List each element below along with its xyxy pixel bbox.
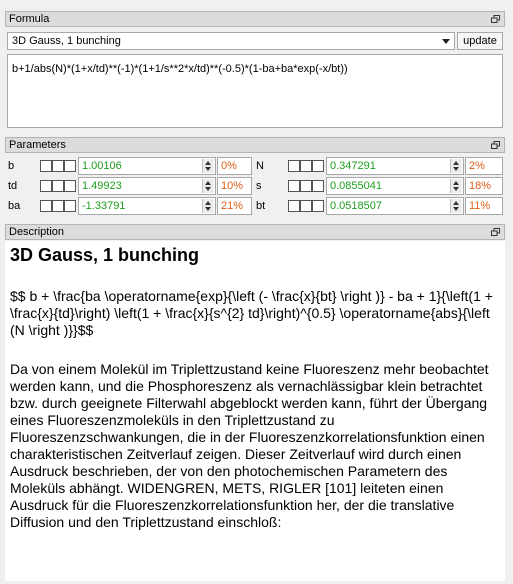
param-b-value-field[interactable]: 1.00106	[78, 157, 216, 175]
description-view: 3D Gauss, 1 bunching $$ b + \frac{ba \op…	[5, 241, 505, 581]
param-bt-value-field[interactable]: 0.0518507	[326, 197, 464, 215]
description-panel-header: Description	[5, 224, 505, 240]
param-ba-value-field[interactable]: -1.33791	[78, 197, 216, 215]
float-window-icon[interactable]	[491, 228, 500, 236]
parameters-panel-header: Parameters	[5, 137, 505, 153]
param-N-checkboxes[interactable]	[288, 160, 324, 172]
param-ba-error: 21%	[217, 197, 252, 215]
param-bt-checkboxes[interactable]	[288, 200, 324, 212]
spin-arrows-icon[interactable]	[450, 159, 462, 173]
param-td-value: 1.49923	[82, 180, 122, 192]
param-td-value-field[interactable]: 1.49923	[78, 177, 216, 195]
param-s-error: 18%	[465, 177, 503, 195]
spin-arrows-icon[interactable]	[202, 159, 214, 173]
description-latex: $$ b + \frac{ba \operatorname{exp}{\left…	[10, 288, 493, 338]
spin-arrows-icon[interactable]	[202, 179, 214, 193]
parameters-panel-title: Parameters	[9, 139, 66, 151]
spin-arrows-icon[interactable]	[450, 199, 462, 213]
param-bt-value: 0.0518507	[330, 200, 382, 212]
param-b-error-text: 0%	[221, 160, 237, 172]
param-N-value: 0.347291	[330, 160, 376, 172]
param-s-checkboxes[interactable]	[288, 180, 324, 192]
param-bt-error-text: 11%	[469, 200, 491, 212]
param-label-td: td	[8, 180, 18, 192]
param-td-error: 10%	[217, 177, 252, 195]
param-s-error-text: 18%	[469, 180, 492, 192]
param-s-value: 0.0855041	[330, 180, 382, 192]
description-heading: 3D Gauss, 1 bunching	[10, 245, 200, 265]
param-ba-error-text: 21%	[221, 200, 244, 212]
formula-panel-header: Formula	[5, 11, 505, 27]
description-panel-title: Description	[9, 226, 65, 238]
update-button[interactable]: update	[457, 32, 503, 50]
formula-panel-title: Formula	[9, 13, 50, 25]
param-bt-error: 11%	[465, 197, 503, 215]
param-s-value-field[interactable]: 0.0855041	[326, 177, 464, 195]
param-label-s: s	[256, 180, 262, 192]
param-ba-checkboxes[interactable]	[40, 200, 76, 212]
param-label-b: b	[8, 160, 15, 172]
param-N-error-text: 2%	[469, 160, 485, 172]
description-body: Da von einem Molekül im Triplettzustand …	[10, 361, 489, 530]
param-label-ba: ba	[8, 200, 21, 212]
param-b-value: 1.00106	[82, 160, 122, 172]
param-N-error: 2%	[465, 157, 503, 175]
formula-editor[interactable]: b+1/abs(N)*(1+x/td)**(-1)*(1+1/s**2*x/td…	[7, 54, 503, 128]
float-window-icon[interactable]	[491, 15, 500, 23]
param-b-error: 0%	[217, 157, 252, 175]
spin-arrows-icon[interactable]	[202, 199, 214, 213]
param-label-bt: bt	[256, 200, 266, 212]
chevron-down-icon	[442, 39, 450, 44]
param-td-checkboxes[interactable]	[40, 180, 76, 192]
model-select-value: 3D Gauss, 1 bunching	[12, 35, 121, 47]
param-label-N: N	[256, 160, 264, 172]
model-select[interactable]: 3D Gauss, 1 bunching	[7, 32, 455, 50]
param-td-error-text: 10%	[221, 180, 244, 192]
param-b-checkboxes[interactable]	[40, 160, 76, 172]
spin-arrows-icon[interactable]	[450, 179, 462, 193]
param-N-value-field[interactable]: 0.347291	[326, 157, 464, 175]
param-ba-value: -1.33791	[82, 200, 126, 212]
float-window-icon[interactable]	[491, 141, 500, 149]
